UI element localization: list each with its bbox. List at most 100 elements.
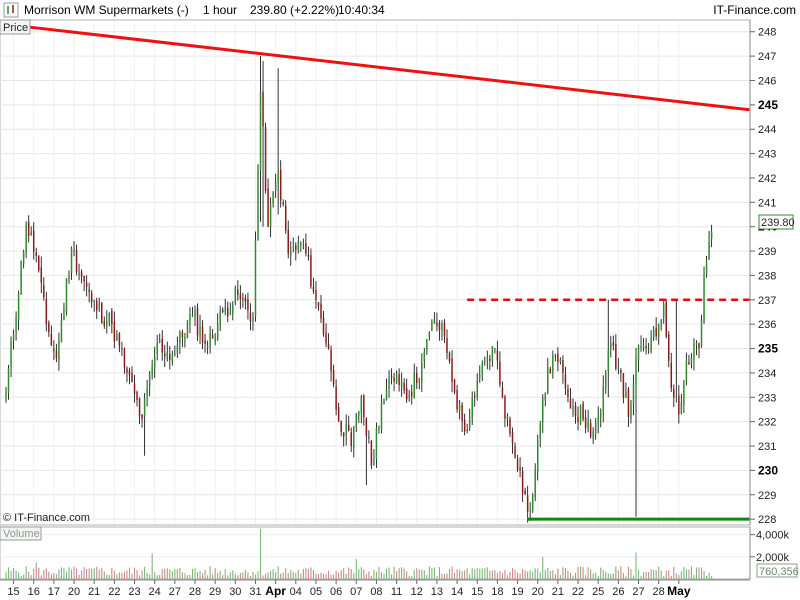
candle-body bbox=[552, 355, 554, 372]
candle-body bbox=[612, 342, 615, 346]
candle-body bbox=[582, 403, 584, 420]
candle-body bbox=[325, 332, 327, 344]
candle-body bbox=[327, 343, 330, 349]
candle-body bbox=[521, 471, 524, 494]
candle-body bbox=[534, 469, 536, 498]
candle-body bbox=[398, 374, 400, 385]
candle-body bbox=[204, 340, 206, 344]
candle-body bbox=[98, 303, 100, 309]
candle-body bbox=[574, 405, 577, 416]
candle-body bbox=[302, 243, 305, 245]
candle-body bbox=[322, 317, 325, 334]
candle-body bbox=[569, 398, 572, 409]
candle-body bbox=[610, 343, 612, 349]
x-tick-label: 20 bbox=[532, 586, 544, 598]
x-tick-label: 19 bbox=[511, 586, 523, 598]
candle-body bbox=[350, 432, 352, 447]
candle-body bbox=[683, 382, 685, 405]
candle-body bbox=[468, 416, 471, 428]
candle-body bbox=[12, 333, 15, 341]
candle-body bbox=[433, 319, 436, 324]
candle-body bbox=[310, 255, 312, 287]
candle-body bbox=[617, 368, 620, 370]
candle-body bbox=[151, 365, 153, 375]
candle-body bbox=[347, 424, 350, 431]
x-tick-label: 05 bbox=[310, 586, 322, 598]
y-tick-label: 233 bbox=[758, 392, 776, 404]
candle-body bbox=[242, 298, 244, 300]
candle-body bbox=[27, 221, 30, 236]
candle-body bbox=[181, 331, 184, 338]
candle-body bbox=[690, 358, 693, 364]
candle-body bbox=[416, 372, 418, 384]
candle-body bbox=[375, 428, 378, 459]
header-time: 10:40:34 bbox=[338, 3, 385, 17]
candle-body bbox=[620, 369, 622, 373]
header-price-change: 239.80 (+2.22%) bbox=[250, 3, 339, 17]
candle-body bbox=[45, 299, 48, 325]
candle-body bbox=[166, 351, 169, 360]
candle-body bbox=[252, 316, 254, 322]
header-source: IT-Finance.com bbox=[713, 3, 796, 17]
candle-body bbox=[158, 340, 161, 343]
y-tick-label: 245 bbox=[758, 98, 778, 112]
candle-body bbox=[645, 346, 647, 349]
candle-body bbox=[572, 407, 574, 411]
candle-body bbox=[531, 494, 534, 511]
volume-tick-label: 4,000k bbox=[756, 530, 790, 542]
candle-body bbox=[589, 422, 592, 437]
candle-body bbox=[40, 267, 43, 283]
candle-body bbox=[287, 230, 289, 254]
candle-body bbox=[342, 432, 345, 437]
candle-body bbox=[274, 181, 277, 192]
candle-body bbox=[227, 307, 229, 317]
candle-body bbox=[277, 170, 279, 184]
y-tick-label: 242 bbox=[758, 173, 776, 185]
svg-text:239.80: 239.80 bbox=[761, 217, 795, 229]
candle-body bbox=[247, 299, 249, 311]
x-tick-label: May bbox=[667, 584, 691, 598]
svg-text:Volume: Volume bbox=[3, 528, 40, 540]
x-tick-label: 22 bbox=[108, 586, 120, 598]
candle-body bbox=[133, 383, 136, 394]
candle-body bbox=[393, 377, 395, 382]
candle-body bbox=[290, 250, 292, 256]
candle-body bbox=[358, 411, 360, 416]
candle-body bbox=[642, 345, 645, 348]
candle-body bbox=[320, 303, 322, 319]
candle-body bbox=[678, 395, 680, 415]
candle-body bbox=[491, 346, 494, 361]
candle-body bbox=[216, 324, 219, 340]
candle-body bbox=[390, 376, 393, 378]
candle-body bbox=[174, 353, 176, 356]
candle-body bbox=[211, 334, 214, 339]
candle-body bbox=[254, 240, 257, 317]
candle-body bbox=[189, 314, 191, 323]
y-tick-label: 228 bbox=[758, 514, 776, 526]
x-tick-label: 25 bbox=[592, 586, 604, 598]
candle-body bbox=[579, 405, 582, 424]
candle-body bbox=[337, 406, 340, 421]
x-tick-label: Apr bbox=[265, 584, 286, 598]
x-tick-label: 15 bbox=[471, 586, 483, 598]
x-tick-label: 29 bbox=[209, 586, 221, 598]
candle-body bbox=[103, 321, 106, 326]
y-tick-label: 231 bbox=[758, 441, 776, 453]
candle-body bbox=[685, 360, 688, 383]
candle-body bbox=[55, 350, 58, 359]
candle-body bbox=[388, 378, 390, 389]
candle-body bbox=[58, 341, 60, 361]
y-tick-label: 237 bbox=[758, 295, 776, 307]
x-tick-label: 31 bbox=[249, 586, 261, 598]
candle-body bbox=[549, 368, 552, 374]
candle-body bbox=[423, 352, 426, 361]
candle-body bbox=[562, 359, 564, 373]
candle-body bbox=[395, 372, 398, 384]
chart-menu-icon[interactable] bbox=[3, 2, 19, 18]
candle-body bbox=[221, 309, 224, 312]
candle-body bbox=[499, 361, 501, 385]
candle-body bbox=[43, 285, 45, 298]
candle-body bbox=[536, 440, 539, 473]
x-tick-label: 04 bbox=[290, 586, 302, 598]
candle-body bbox=[504, 396, 506, 419]
